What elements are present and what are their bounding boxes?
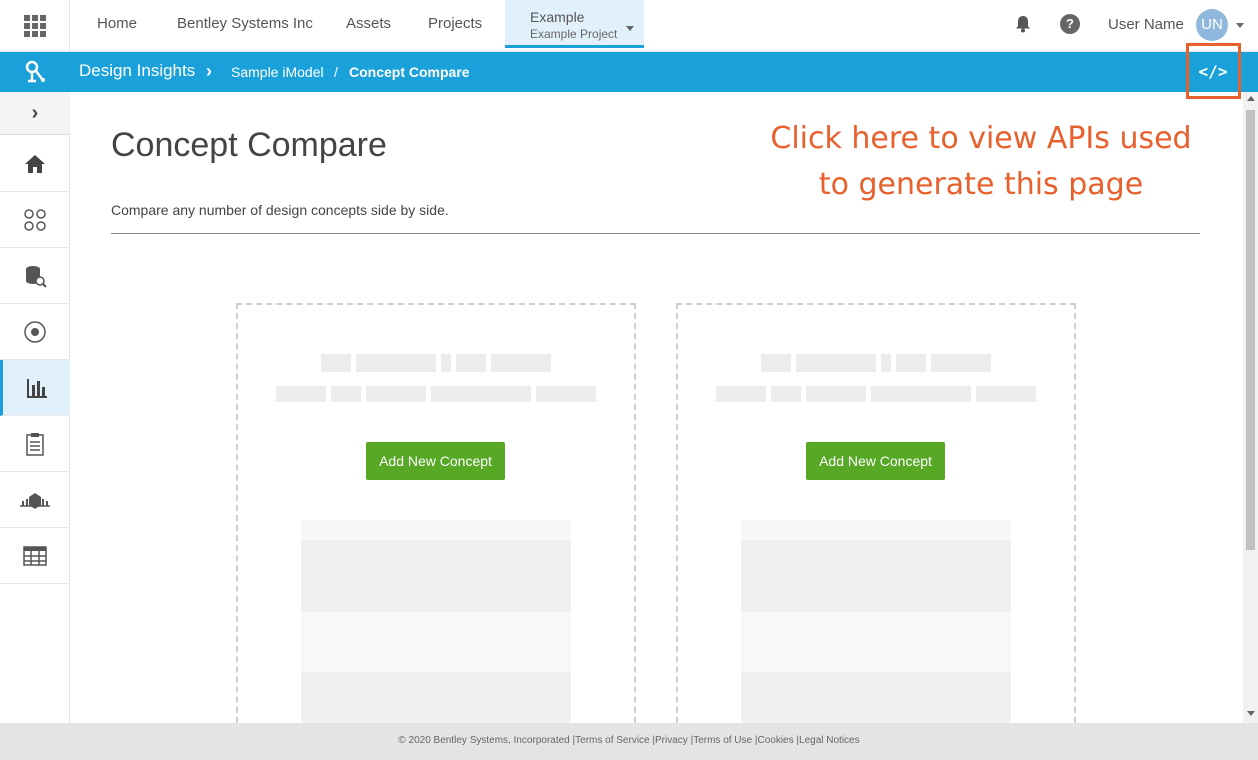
chevron-down-icon: [626, 26, 634, 31]
add-new-concept-button[interactable]: Add New Concept: [366, 442, 505, 480]
concepts-icon: [24, 208, 46, 231]
footer-link-terms-of-service[interactable]: Terms of Service: [575, 735, 649, 746]
clipboard-icon: [26, 432, 44, 456]
avatar[interactable]: UN: [1196, 9, 1228, 41]
footer-link-terms-of-use[interactable]: Terms of Use: [693, 735, 752, 746]
nav-project-selector[interactable]: Example Example Project: [505, 0, 644, 48]
footer-link-legal-notices[interactable]: Legal Notices: [799, 735, 860, 746]
placeholder-table: [301, 520, 571, 723]
placeholder-line: [796, 354, 876, 372]
placeholder-line: [806, 386, 866, 402]
placeholder-line: [431, 386, 531, 402]
placeholder-line: [356, 354, 436, 372]
breadcrumb-separator: /: [334, 64, 338, 80]
add-new-concept-button[interactable]: Add New Concept: [806, 442, 945, 480]
page-description: Compare any number of design concepts si…: [111, 202, 449, 218]
concept-card: Add New Concept: [676, 303, 1076, 723]
placeholder-line: [871, 386, 971, 402]
app-launcher-button[interactable]: [0, 0, 70, 52]
app-logo[interactable]: [0, 52, 70, 92]
breadcrumb-model[interactable]: Sample iModel: [231, 64, 324, 80]
placeholder-line: [321, 354, 351, 372]
api-callout-text: Click here to view APIs used to generate…: [770, 121, 1192, 202]
data-search-icon: [26, 265, 47, 288]
settings-icon: [24, 320, 46, 343]
placeholder-line: [276, 386, 326, 402]
title-divider: [111, 233, 1200, 234]
page-title: Concept Compare: [111, 126, 387, 164]
placeholder-line: [456, 354, 486, 372]
footer: © 2020 Bentley Systems, Incorporated |Te…: [0, 723, 1258, 760]
sidebar: ›: [0, 92, 70, 723]
placeholder-line: [716, 386, 766, 402]
scroll-up-arrow-icon[interactable]: [1247, 96, 1255, 101]
placeholder-line: [771, 386, 801, 402]
nav-assets[interactable]: Assets: [346, 0, 391, 52]
placeholder-line: [366, 386, 426, 402]
placeholder-line: [491, 354, 551, 372]
sidebar-item-compare[interactable]: [0, 360, 70, 416]
copyright-text: © 2020 Bentley Systems, Incorporated: [398, 735, 570, 746]
placeholder-line: [441, 354, 451, 372]
nav-projects[interactable]: Projects: [428, 0, 482, 52]
sidebar-item-home[interactable]: [0, 136, 70, 192]
bar-chart-icon: [26, 378, 47, 398]
placeholder-line: [976, 386, 1036, 402]
placeholder-table: [741, 520, 1011, 723]
grid-icon: [23, 15, 46, 37]
chevron-down-icon[interactable]: [1236, 23, 1244, 28]
placeholder-line: [931, 354, 991, 372]
chevron-right-icon: ›: [206, 61, 212, 81]
footer-link-privacy[interactable]: Privacy: [655, 735, 688, 746]
placeholder-line: [896, 354, 926, 372]
vertical-scrollbar[interactable]: [1243, 92, 1258, 723]
sidebar-item-table[interactable]: [0, 528, 70, 584]
placeholder-line: [761, 354, 791, 372]
concept-card: Add New Concept: [236, 303, 636, 723]
placeholder-line: [331, 386, 361, 402]
nav-organization[interactable]: Bentley Systems Inc: [177, 0, 313, 52]
design-insights-logo-icon: [25, 60, 45, 83]
nav-home[interactable]: Home: [97, 0, 137, 52]
top-navigation: Home Bentley Systems Inc Assets Projects…: [0, 0, 1258, 52]
table-icon: [23, 545, 47, 566]
sidebar-item-settings[interactable]: [0, 304, 70, 360]
bell-icon[interactable]: [1014, 14, 1032, 34]
callout-highlight-box: [1186, 43, 1241, 99]
breadcrumb-current-page: Concept Compare: [349, 64, 470, 80]
placeholder-line: [881, 354, 891, 372]
sidebar-item-concepts[interactable]: [0, 192, 70, 248]
scroll-thumb[interactable]: [1246, 110, 1255, 550]
carbon-icon: [20, 492, 50, 509]
home-icon: [25, 154, 45, 173]
user-name[interactable]: User Name: [1108, 16, 1184, 33]
sidebar-item-data[interactable]: [0, 248, 70, 304]
sidebar-expand-button[interactable]: ›: [0, 92, 70, 135]
main-content: Concept Compare Click here to view APIs …: [71, 92, 1243, 723]
placeholder-line: [536, 386, 596, 402]
sidebar-item-carbon[interactable]: [0, 472, 70, 528]
footer-link-cookies[interactable]: Cookies: [757, 735, 793, 746]
project-selector-title: Example: [530, 9, 585, 25]
breadcrumb-bar: Design Insights › Sample iModel / Concep…: [0, 52, 1258, 92]
help-icon[interactable]: ?: [1060, 14, 1080, 34]
sidebar-item-reports[interactable]: [0, 416, 70, 472]
scroll-down-arrow-icon[interactable]: [1247, 711, 1255, 716]
chevron-right-icon: ›: [31, 101, 39, 124]
app-title[interactable]: Design Insights: [79, 61, 195, 81]
